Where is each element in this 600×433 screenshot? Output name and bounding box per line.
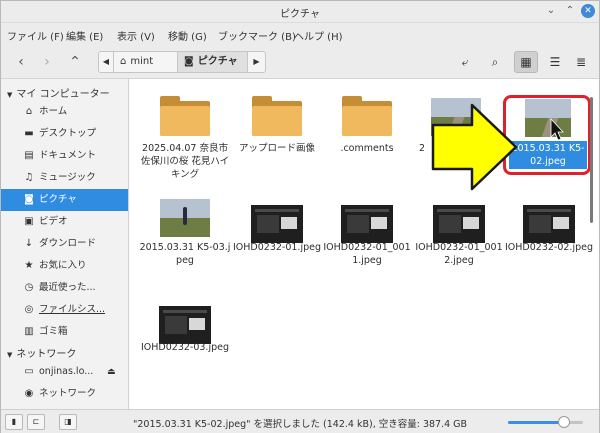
- breadcrumb-pictures[interactable]: ◙ ピクチャ: [178, 51, 248, 73]
- file-item-photo[interactable]: 2: [411, 93, 481, 183]
- photo-thumbnail: [431, 98, 481, 136]
- file-item-folder[interactable]: アップロード画像: [229, 93, 325, 183]
- list-view-icon[interactable]: ☰: [546, 53, 564, 71]
- file-name: IOHD0232-03.jpeg: [141, 342, 229, 353]
- sidebar-item-favorites[interactable]: ★ お気に入り: [1, 255, 128, 277]
- hide-sidebar-icon[interactable]: ◨: [59, 414, 77, 430]
- highlight-frame: [503, 95, 591, 175]
- search-icon[interactable]: ⌕: [486, 53, 504, 71]
- sidebar-item-recent[interactable]: ◷ 最近使った...: [1, 277, 128, 299]
- file-manager-window: ピクチャ ⌄ ⌃ ✕ ファイル (F) 編集 (E) 表示 (V) 移動 (G)…: [0, 0, 600, 433]
- sidebar-item-videos[interactable]: ▣ ビデオ: [1, 211, 128, 233]
- file-item-screenshot[interactable]: IOHD0232-01_0012.jpeg: [411, 199, 507, 273]
- maximize-icon[interactable]: ⌃: [564, 5, 576, 17]
- breadcrumb-left-arrow[interactable]: ◀: [98, 51, 114, 73]
- scrollbar-thumb[interactable]: [590, 97, 593, 223]
- file-name: 2025.04.07 奈良市 佐保川の桜 花見ハイキング: [140, 143, 230, 180]
- status-text: "2015.03.31 K5-02.jpeg" を選択しました (142.4 k…: [133, 419, 468, 430]
- file-name: 2015.03.31 K5-03.jpeg: [139, 242, 231, 266]
- file-item-screenshot[interactable]: IOHD0232-01_0011.jpeg: [319, 199, 415, 273]
- forward-icon[interactable]: ›: [38, 53, 56, 71]
- breadcrumb-right-arrow[interactable]: ▶: [248, 51, 266, 73]
- sidebar-item-documents[interactable]: ▤ ドキュメント: [1, 145, 128, 167]
- zoom-slider-fill: [508, 421, 562, 424]
- download-icon: ↓: [24, 238, 34, 249]
- music-icon: ♫: [24, 172, 34, 183]
- sidebar-item-nas[interactable]: ▭ onjinas.lo... ⏏: [1, 361, 128, 383]
- sidebar-item-network[interactable]: ◉ ネットワーク: [1, 383, 128, 405]
- show-places-icon[interactable]: ▮: [5, 414, 23, 430]
- show-treeview-icon[interactable]: ⊏: [27, 414, 45, 430]
- file-name: アップロード画像: [238, 143, 315, 154]
- menu-help[interactable]: ヘルプ (H): [294, 28, 343, 43]
- eject-icon[interactable]: ⏏: [107, 361, 116, 383]
- screenshot-thumbnail: [159, 306, 211, 344]
- file-item-folder[interactable]: 2025.04.07 奈良市 佐保川の桜 花見ハイキング: [137, 93, 233, 183]
- screenshot-thumbnail: [341, 205, 393, 243]
- file-name: .comments: [340, 143, 394, 154]
- sidebar-item-music[interactable]: ♫ ミュージック: [1, 167, 128, 189]
- collapse-icon: ▼: [7, 91, 13, 99]
- menu-edit[interactable]: 編集 (E): [66, 28, 103, 43]
- sidebar-item-trash[interactable]: ▥ ゴミ箱: [1, 321, 128, 343]
- status-bar: ▮ ⊏ ◨ "2015.03.31 K5-02.jpeg" を選択しました (1…: [1, 409, 599, 433]
- breadcrumb-mint[interactable]: ⌂ mint: [114, 51, 178, 73]
- sidebar: ▼ マイ コンピューター ⌂ ホーム ▬ デスクトップ ▤ ドキュメント ♫ ミュージック…: [1, 79, 129, 409]
- folder-icon: [252, 96, 302, 136]
- sidebar-section-my-computer[interactable]: ▼ マイ コンピューター: [7, 85, 110, 100]
- up-icon[interactable]: ⌃: [66, 53, 84, 71]
- sidebar-item-downloads[interactable]: ↓ ダウンロード: [1, 233, 128, 255]
- collapse-icon: ▼: [7, 351, 13, 359]
- home-icon: ⌂: [120, 56, 127, 67]
- drive-icon: ◎: [24, 304, 34, 315]
- star-icon: ★: [24, 260, 34, 271]
- file-name: IOHD0232-01.jpeg: [233, 242, 321, 253]
- desktop-icon: ▬: [24, 128, 34, 139]
- screenshot-thumbnail: [251, 205, 303, 243]
- screenshot-thumbnail: [433, 205, 485, 243]
- sidebar-item-desktop[interactable]: ▬ デスクトップ: [1, 123, 128, 145]
- menu-file[interactable]: ファイル (F): [7, 28, 64, 43]
- file-name: IOHD0232-01_0011.jpeg: [323, 242, 411, 266]
- menu-go[interactable]: 移動 (G): [168, 28, 207, 43]
- camera-icon: ◙: [24, 194, 34, 205]
- folder-icon: [160, 96, 210, 136]
- minimize-icon[interactable]: ⌄: [545, 5, 557, 17]
- title-bar[interactable]: ピクチャ ⌄ ⌃ ✕: [1, 1, 599, 23]
- close-icon[interactable]: ✕: [581, 4, 595, 18]
- file-item-screenshot[interactable]: IOHD0232-02.jpeg: [501, 199, 597, 273]
- file-item-folder[interactable]: .comments: [319, 93, 415, 183]
- clock-icon: ◷: [24, 282, 34, 293]
- trash-icon: ▥: [24, 326, 34, 337]
- menu-bookmarks[interactable]: ブックマーク (B): [218, 28, 296, 43]
- sidebar-item-home[interactable]: ⌂ ホーム: [1, 101, 128, 123]
- menu-view[interactable]: 表示 (V): [117, 28, 155, 43]
- sidebar-item-filesystem[interactable]: ◎ ファイルシス...: [1, 299, 128, 321]
- network-drive-icon: ▭: [24, 366, 34, 377]
- sidebar-section-network[interactable]: ▼ ネットワーク: [7, 345, 76, 360]
- camera-icon: ◙: [184, 56, 194, 67]
- sidebar-item-pictures[interactable]: ◙ ピクチャ: [1, 189, 128, 211]
- window-title: ピクチャ: [280, 9, 320, 20]
- icon-view-icon[interactable]: ▦: [514, 51, 538, 73]
- video-icon: ▣: [24, 216, 34, 227]
- file-name: IOHD0232-01_0012.jpeg: [415, 242, 503, 266]
- zoom-slider-handle[interactable]: [558, 416, 570, 428]
- photo-thumbnail: [160, 199, 210, 237]
- toolbar: ‹ › ⌃ ◀ ⌂ mint ◙ ピクチャ ▶ ⤶ ⌕ ▦ ☰ ≣: [1, 45, 599, 79]
- network-icon: ◉: [24, 388, 34, 399]
- file-item-screenshot[interactable]: IOHD0232-03.jpeg: [137, 301, 233, 371]
- file-item-screenshot[interactable]: IOHD0232-01.jpeg: [229, 199, 325, 273]
- file-name: IOHD0232-02.jpeg: [505, 242, 593, 253]
- compact-view-icon[interactable]: ≣: [572, 53, 590, 71]
- home-icon: ⌂: [25, 106, 33, 117]
- screenshot-thumbnail: [523, 205, 575, 243]
- document-icon: ▤: [24, 150, 34, 161]
- file-item-photo[interactable]: 2015.03.31 K5-03.jpeg: [137, 199, 233, 273]
- menu-bar: ファイル (F) 編集 (E) 表示 (V) 移動 (G) ブックマーク (B)…: [1, 23, 599, 45]
- file-name: 2: [419, 143, 426, 154]
- open-terminal-icon[interactable]: ⤶: [456, 53, 474, 71]
- back-icon[interactable]: ‹: [12, 53, 30, 71]
- folder-icon: [342, 96, 392, 136]
